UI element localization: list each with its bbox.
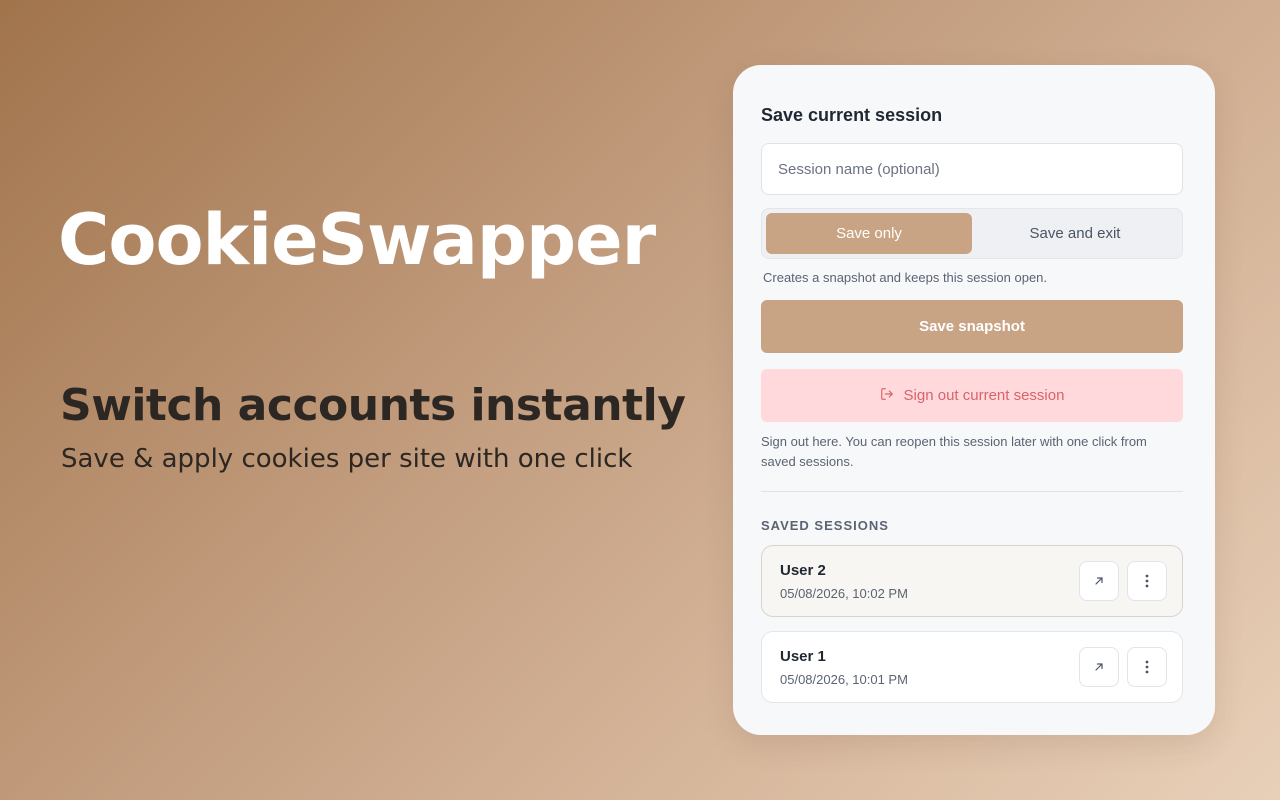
open-session-button[interactable] [1079,647,1119,687]
arrow-up-right-icon [1093,661,1105,673]
session-name: User 1 [780,648,826,665]
tagline: Switch accounts instantly [60,380,686,431]
session-item[interactable]: User 2 05/08/2026, 10:02 PM [761,545,1183,617]
panel-title: Save current session [761,105,943,125]
sign-out-hint: Sign out here. You can reopen this sessi… [761,434,1147,469]
save-only-option[interactable]: Save only [766,213,972,254]
more-vertical-icon [1145,660,1149,674]
extension-panel: Save current session Save only Save and … [733,65,1215,735]
save-mode-hint: Creates a snapshot and keeps this sessio… [763,270,1048,285]
session-date: 05/08/2026, 10:02 PM [780,586,908,601]
sign-out-label: Sign out current session [903,387,1065,404]
subtagline: Save & apply cookies per site with one c… [61,444,633,474]
save-mode-toggle: Save only Save and exit [761,208,1183,259]
session-name: User 2 [780,562,826,579]
session-name-input[interactable] [761,143,1183,195]
divider [761,491,1183,492]
save-snapshot-label: Save snapshot [919,318,1025,335]
session-menu-button[interactable] [1127,647,1167,687]
save-and-exit-option[interactable]: Save and exit [972,213,1178,254]
session-date: 05/08/2026, 10:01 PM [780,672,908,687]
open-session-button[interactable] [1079,561,1119,601]
arrow-up-right-icon [1093,575,1105,587]
saved-sessions-heading: SAVED SESSIONS [761,518,889,533]
brand-title: CookieSwapper [58,199,656,281]
session-menu-button[interactable] [1127,561,1167,601]
sign-out-icon [880,387,894,405]
sign-out-button[interactable]: Sign out current session [761,369,1183,422]
more-vertical-icon [1145,574,1149,588]
save-snapshot-button[interactable]: Save snapshot [761,300,1183,353]
session-item[interactable]: User 1 05/08/2026, 10:01 PM [761,631,1183,703]
hero-brand-wrap: CookieSwapper [58,200,698,280]
